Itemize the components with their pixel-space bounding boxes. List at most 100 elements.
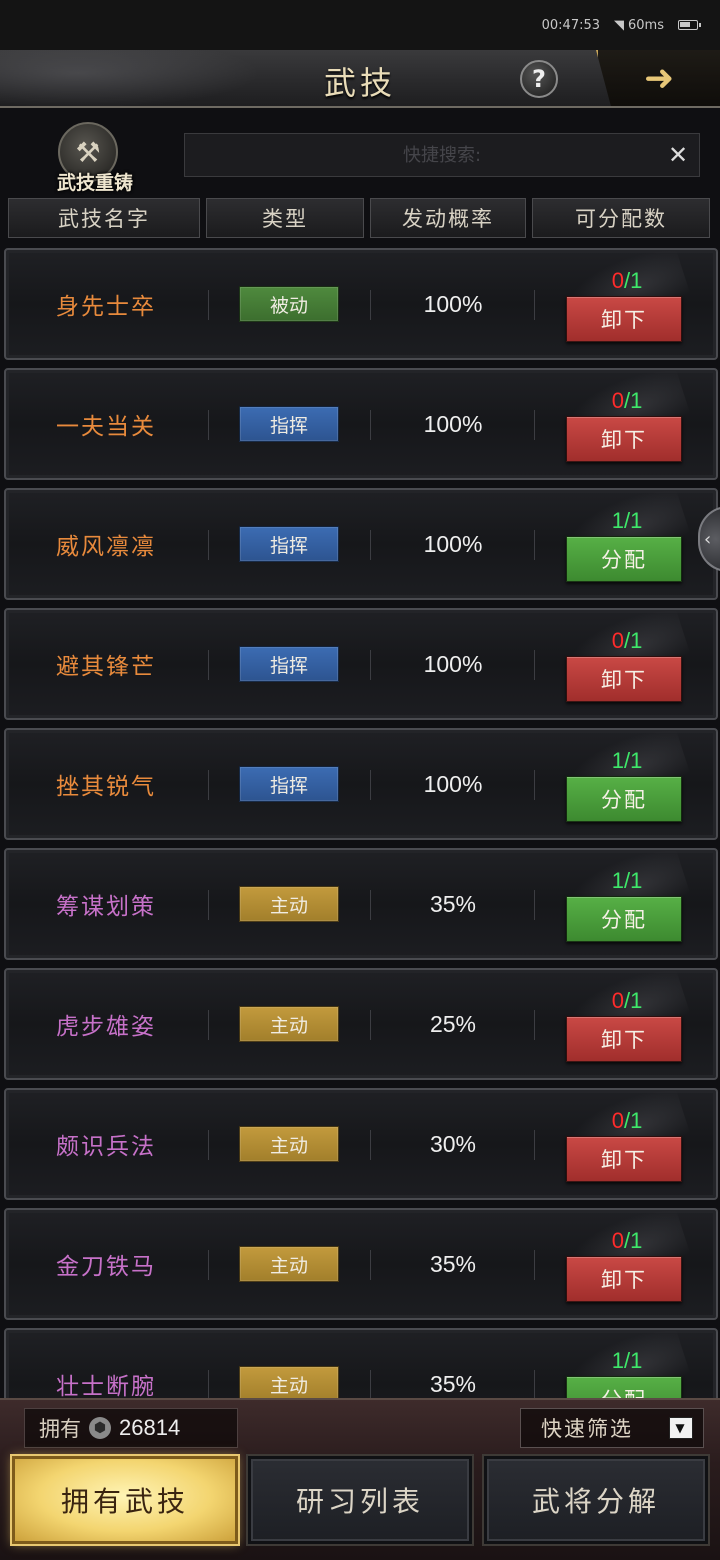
search-input[interactable] xyxy=(185,134,699,176)
assign-count-max: 1 xyxy=(630,388,643,413)
quick-filter-dropdown[interactable]: 快速筛选 ▼ xyxy=(520,1408,704,1448)
assign-button[interactable]: 分配 xyxy=(566,776,682,822)
assign-count-current: 0 xyxy=(611,388,624,413)
unload-button[interactable]: 卸下 xyxy=(566,1016,682,1062)
column-header-rate[interactable]: 发动概率 xyxy=(370,198,526,238)
column-divider xyxy=(208,650,209,680)
skill-type-badge: 主动 xyxy=(239,1246,339,1282)
network-latency: 60ms xyxy=(628,17,664,33)
help-button[interactable]: ? xyxy=(520,60,558,98)
skill-name: 虎步雄姿 xyxy=(56,1014,156,1040)
column-header-count[interactable]: 可分配数 xyxy=(532,198,710,238)
skill-row[interactable]: 壮士断腕 主动 35% 1/1分配 xyxy=(4,1328,718,1398)
assign-count-current: 1 xyxy=(611,868,624,893)
column-divider xyxy=(534,650,535,680)
assign-count: 1/1 xyxy=(562,1348,692,1374)
owned-points: 拥有 ⬢ 26814 xyxy=(24,1408,238,1448)
unload-button[interactable]: 卸下 xyxy=(566,296,682,342)
assign-count: 0/1 xyxy=(562,628,692,654)
assign-count: 1/1 xyxy=(562,868,692,894)
assign-count-max: 1 xyxy=(630,1228,643,1253)
skill-type-cell: 指挥 xyxy=(210,490,368,598)
assign-button[interactable]: 分配 xyxy=(566,536,682,582)
column-divider xyxy=(534,410,535,440)
skill-row[interactable]: 颇识兵法 主动 30% 0/1 卸下 xyxy=(4,1088,718,1200)
column-divider xyxy=(370,650,371,680)
assign-count: 0/1 xyxy=(562,1108,692,1134)
assign-count: 0/1 xyxy=(562,1228,692,1254)
unload-button[interactable]: 卸下 xyxy=(566,1136,682,1182)
column-headers: 武技名字 类型 发动概率 可分配数 xyxy=(8,198,712,238)
chevron-left-icon: ‹ xyxy=(704,528,712,550)
skill-row[interactable]: 虎步雄姿 主动 25% 0/1 卸下 xyxy=(4,968,718,1080)
skill-name: 威风凛凛 xyxy=(56,534,156,560)
column-divider xyxy=(208,890,209,920)
tab-general-decompose[interactable]: 武将分解 xyxy=(484,1456,708,1544)
column-divider xyxy=(370,890,371,920)
skill-row[interactable]: 金刀铁马 主动 35% 0/1 卸下 xyxy=(4,1208,718,1320)
skill-type-cell: 指挥 xyxy=(210,610,368,718)
assign-count-max: 1 xyxy=(630,988,643,1013)
dropdown-triangle-icon: ▼ xyxy=(669,1417,693,1439)
unload-button[interactable]: 卸下 xyxy=(566,1256,682,1302)
assign-count-max: 1 xyxy=(630,868,643,893)
back-button[interactable]: ➜ xyxy=(596,50,720,106)
skill-row[interactable]: 避其锋芒 指挥 100% 0/1 卸下 xyxy=(4,608,718,720)
column-divider xyxy=(208,1130,209,1160)
skill-trigger-rate: 100% xyxy=(423,650,483,677)
skill-trigger-rate: 35% xyxy=(429,890,477,917)
unload-button[interactable]: 卸下 xyxy=(566,416,682,462)
skill-name: 身先士卒 xyxy=(56,294,156,320)
skill-type-cell: 主动 xyxy=(210,1330,368,1398)
column-divider xyxy=(208,1250,209,1280)
assign-count-max: 1 xyxy=(630,628,643,653)
column-header-name[interactable]: 武技名字 xyxy=(8,198,200,238)
skill-type-cell: 被动 xyxy=(210,250,368,358)
tab-owned-skills[interactable]: 拥有武技 xyxy=(12,1456,238,1544)
skill-type-badge: 指挥 xyxy=(239,766,339,802)
arrow-right-icon: ➜ xyxy=(644,58,675,99)
assign-count-current: 0 xyxy=(611,1108,624,1133)
skill-list[interactable]: 身先士卒 被动 100% 0/1 卸下 一夫当关 指挥 100% 0/1 卸下 威风凛凛 指挥 100%… xyxy=(0,244,720,1398)
skill-row[interactable]: 挫其锐气 指挥 100% 1/1 分配 xyxy=(4,728,718,840)
skill-type-cell: 指挥 xyxy=(210,730,368,838)
skill-name: 金刀铁马 xyxy=(56,1254,156,1280)
skill-row[interactable]: 威风凛凛 指挥 100% 1/1 分配 xyxy=(4,488,718,600)
skill-trigger-rate: 100% xyxy=(423,530,483,557)
skill-trigger-rate: 100% xyxy=(423,410,483,437)
skill-name: 壮士断腕 xyxy=(56,1374,156,1398)
close-icon[interactable]: ✕ xyxy=(663,140,693,170)
column-header-type[interactable]: 类型 xyxy=(206,198,364,238)
assign-count-current: 1 xyxy=(611,748,624,773)
skill-type-badge: 指挥 xyxy=(239,646,339,682)
column-divider xyxy=(208,410,209,440)
unload-button[interactable]: 卸下 xyxy=(566,656,682,702)
skill-row[interactable]: 身先士卒 被动 100% 0/1 卸下 xyxy=(4,248,718,360)
skill-type-badge: 指挥 xyxy=(239,526,339,562)
tab-study-list[interactable]: 研习列表 xyxy=(248,1456,472,1544)
column-divider xyxy=(370,1370,371,1398)
skill-type-badge: 被动 xyxy=(239,286,339,322)
skill-trigger-rate: 25% xyxy=(429,1010,477,1037)
skill-type-badge: 主动 xyxy=(239,886,339,922)
recast-label: 武技重铸 xyxy=(56,172,133,194)
column-divider xyxy=(208,770,209,800)
clock: 00:47:53 xyxy=(541,17,601,33)
network-status: ◥ 60ms xyxy=(614,18,664,33)
column-divider xyxy=(534,530,535,560)
owned-value: 26814 xyxy=(119,1415,181,1440)
skill-row[interactable]: 一夫当关 指挥 100% 0/1 卸下 xyxy=(4,368,718,480)
skill-row[interactable]: 筹谋划策 主动 35% 1/1 分配 xyxy=(4,848,718,960)
recast-button[interactable]: ⚒ 武技重铸 xyxy=(50,120,140,194)
title-bar: 武技 ? ➜ xyxy=(0,50,720,108)
assign-count-max: 1 xyxy=(630,268,643,293)
quick-filter-label: 快速筛选 xyxy=(541,1417,633,1441)
assign-count-current: 1 xyxy=(611,1348,624,1373)
skill-name: 避其锋芒 xyxy=(56,654,156,680)
battery-icon xyxy=(678,20,701,30)
column-divider xyxy=(208,1370,209,1398)
assign-count: 0/1 xyxy=(562,268,692,294)
assign-button[interactable]: 分配 xyxy=(566,1376,682,1398)
skill-type-badge: 指挥 xyxy=(239,406,339,442)
assign-button[interactable]: 分配 xyxy=(566,896,682,942)
